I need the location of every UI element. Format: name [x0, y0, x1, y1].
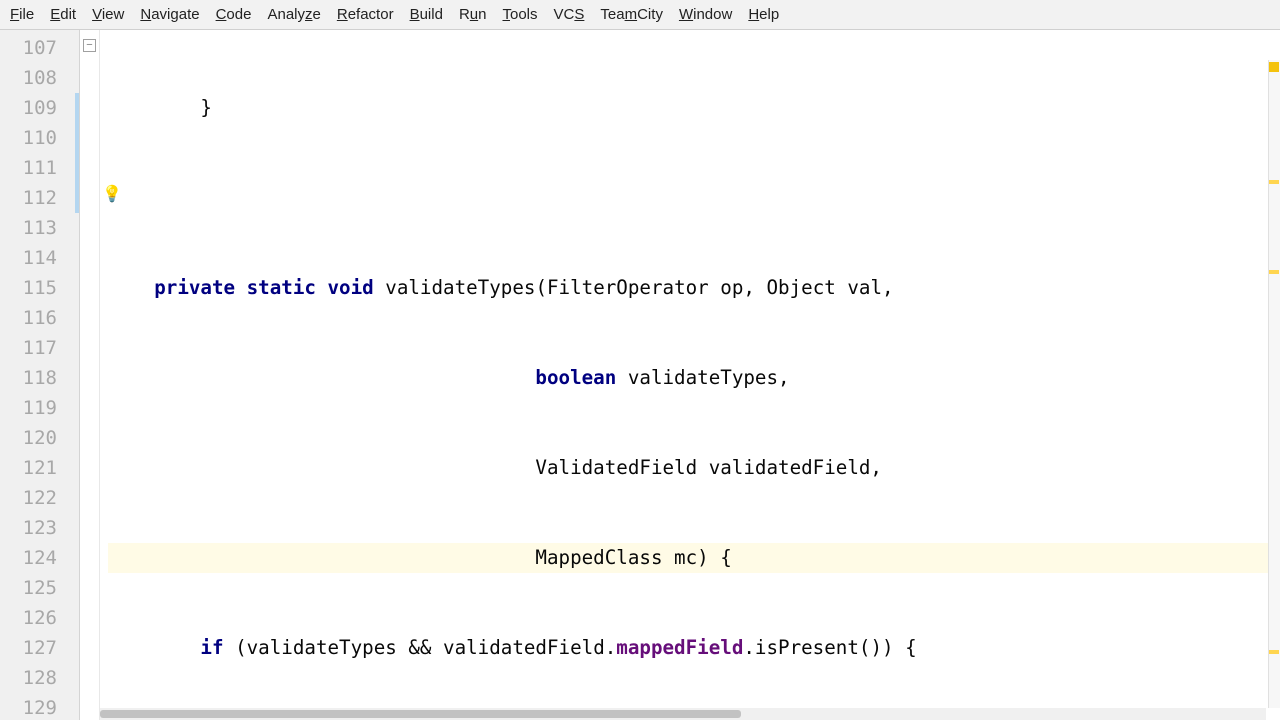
menu-file[interactable]: File	[2, 2, 42, 27]
line-number: 126	[0, 603, 79, 633]
menu-refactor[interactable]: Refactor	[329, 2, 402, 27]
menu-vcs[interactable]: VCS	[546, 2, 593, 27]
line-number: 113	[0, 213, 79, 243]
menu-code[interactable]: Code	[208, 2, 260, 27]
line-number: 108	[0, 63, 79, 93]
line-number: 112	[0, 183, 79, 213]
menu-view[interactable]: View	[84, 2, 132, 27]
line-number: 125	[0, 573, 79, 603]
line-number: 127	[0, 633, 79, 663]
fold-collapse-icon[interactable]: −	[83, 39, 96, 52]
menu-tools[interactable]: Tools	[494, 2, 545, 27]
line-number: 129	[0, 693, 79, 723]
line-number: 119	[0, 393, 79, 423]
fold-gutter: −	[80, 30, 100, 720]
intention-bulb-icon[interactable]: 💡	[102, 186, 120, 204]
code-area[interactable]: } private static void validateTypes(Filt…	[100, 30, 1280, 720]
warning-marker[interactable]	[1269, 180, 1279, 184]
menu-bar: File Edit View Navigate Code Analyze Ref…	[0, 0, 1280, 30]
line-number: 109	[0, 93, 79, 123]
line-number: 110	[0, 123, 79, 153]
line-number: 107	[0, 33, 79, 63]
line-number: 124	[0, 543, 79, 573]
menu-build[interactable]: Build	[402, 2, 451, 27]
analysis-status-icon[interactable]	[1269, 62, 1279, 72]
line-number-gutter: 1071081091101111121131141151161171181191…	[0, 30, 80, 720]
warning-marker[interactable]	[1269, 650, 1279, 654]
line-number: 115	[0, 273, 79, 303]
line-number: 122	[0, 483, 79, 513]
line-number: 116	[0, 303, 79, 333]
scrollbar-thumb[interactable]	[100, 710, 741, 718]
menu-edit[interactable]: Edit	[42, 2, 84, 27]
editor: 1071081091101111121131141151161171181191…	[0, 30, 1280, 720]
menu-analyze[interactable]: Analyze	[259, 2, 328, 27]
line-number: 111	[0, 153, 79, 183]
menu-window[interactable]: Window	[671, 2, 740, 27]
warning-marker[interactable]	[1269, 270, 1279, 274]
menu-teamcity[interactable]: TeamCity	[592, 2, 671, 27]
line-number: 117	[0, 333, 79, 363]
error-stripe[interactable]	[1268, 60, 1280, 708]
line-number: 121	[0, 453, 79, 483]
menu-navigate[interactable]: Navigate	[132, 2, 207, 27]
line-number: 118	[0, 363, 79, 393]
line-number: 120	[0, 423, 79, 453]
horizontal-scrollbar[interactable]	[100, 708, 1266, 720]
line-number: 114	[0, 243, 79, 273]
line-number: 123	[0, 513, 79, 543]
menu-run[interactable]: Run	[451, 2, 495, 27]
line-number: 128	[0, 663, 79, 693]
menu-help[interactable]: Help	[740, 2, 787, 27]
